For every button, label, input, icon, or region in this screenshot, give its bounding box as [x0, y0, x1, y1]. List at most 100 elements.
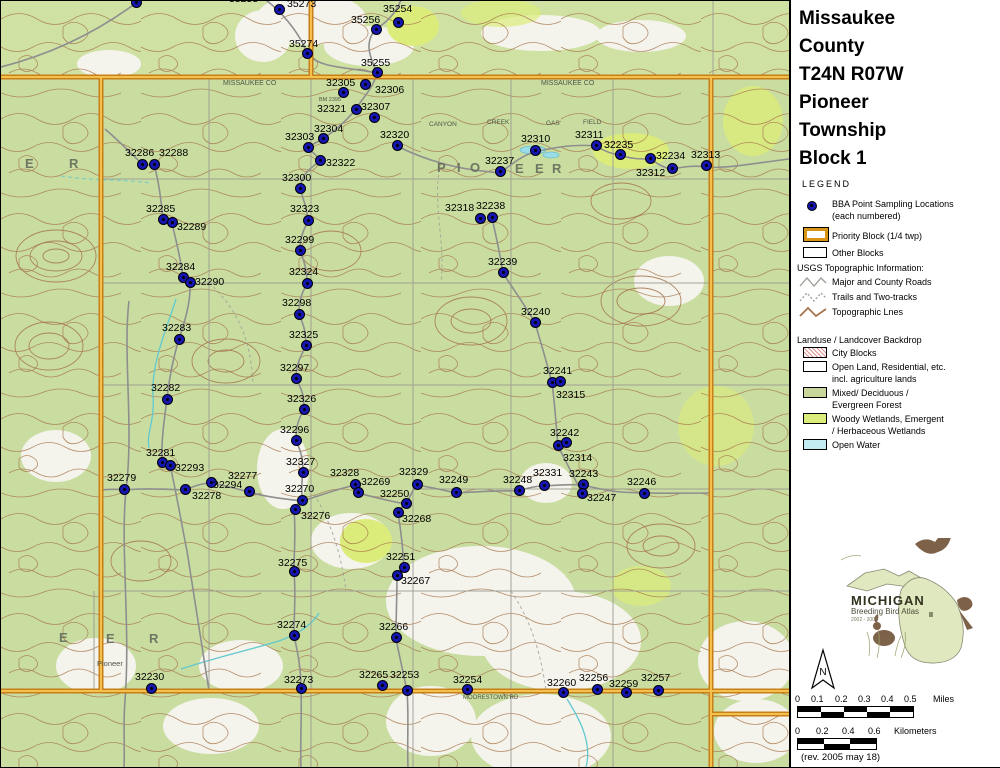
map-text-canyon: CANYON [429, 121, 457, 129]
legend-water-label: Open Water [832, 440, 880, 450]
bba-point-label-32299: 32299 [285, 235, 314, 246]
legend-forest-swatch [803, 387, 827, 398]
bba-point-label-32239: 32239 [488, 257, 517, 268]
bba-point-32253 [402, 685, 413, 696]
legend-city-swatch [803, 347, 827, 358]
bba-point-label-32290: 32290 [195, 277, 224, 288]
bba-point-32321 [351, 104, 362, 115]
bba-point-label-32306: 32306 [375, 85, 404, 96]
bba-point-32325 [301, 340, 312, 351]
logo-numeral: II [929, 612, 933, 619]
bba-point-label-32276: 32276 [301, 511, 330, 522]
bba-point-32240 [530, 317, 541, 328]
bba-point-label-32235: 32235 [604, 140, 633, 151]
bba-point-32313 [701, 160, 712, 171]
bba-point-32296 [291, 435, 302, 446]
bba-point-32277 [244, 486, 255, 497]
north-arrow: N [809, 648, 837, 690]
bba-point-label-32326: 32326 [287, 394, 316, 405]
map-text-missaukee-co: MISSAUKEE CO [223, 80, 276, 88]
bba-point-32322 [315, 155, 326, 166]
km-tick-1: 0.2 [816, 726, 829, 736]
km-tick-0: 0 [795, 726, 800, 736]
legend-water-swatch [803, 439, 827, 450]
bba-point-label-32286: 32286 [125, 148, 154, 159]
legend-bba-label: BBA Point Sampling Locations [832, 199, 954, 209]
bba-point-label-32331: 32331 [533, 468, 562, 479]
bba-point-32237 [495, 166, 506, 177]
trails-line-icon [799, 290, 827, 303]
bba-point-label-32298: 32298 [282, 298, 311, 309]
bba-point-label-32329: 32329 [399, 467, 428, 478]
bba-point-label-32265: 32265 [359, 670, 388, 681]
bba-point-label-32270: 32270 [285, 484, 314, 495]
bba-point-32274 [289, 630, 300, 641]
bba-point-label-32315: 32315 [556, 390, 585, 401]
bba-point-32293 [165, 460, 176, 471]
map-letter-4: O [470, 161, 481, 174]
bba-point-32279 [119, 484, 130, 495]
bba-point-label-32296: 32296 [280, 425, 309, 436]
logo-subtitle: Breeding Bird Atlas [851, 607, 919, 616]
bba-point-32283 [174, 334, 185, 345]
bba-point-label-32250: 32250 [380, 489, 409, 500]
km-tick-3: 0.6 [868, 726, 881, 736]
legend-roads-label: Major and County Roads [832, 277, 932, 287]
bba-point-label-32267: 32267 [401, 576, 430, 587]
bba-point-32306 [360, 79, 371, 90]
legend-open-label-2: incl. agriculture lands [832, 374, 917, 384]
miles-scale-bar [797, 706, 914, 718]
legend-wetland-swatch [803, 413, 827, 424]
legend-open-swatch [803, 361, 827, 372]
map-letter-5: E [515, 162, 525, 175]
bba-point-label-35254: 35254 [383, 4, 412, 15]
bba-point-label-32289: 32289 [177, 222, 206, 233]
bba-point-32247 [577, 488, 588, 499]
map-letter-7: R [552, 162, 562, 175]
bba-point-label-32314: 32314 [563, 453, 592, 464]
bba-point-label-32237: 32237 [485, 156, 514, 167]
bba-point-32234 [645, 153, 656, 164]
logo-years: 2002 - 2007 [851, 617, 878, 623]
side-panel: Missaukee County T24N R07W Pioneer Towns… [790, 0, 1000, 768]
bba-point-32299 [295, 245, 306, 256]
legend-usgs-heading: USGS Topographic Information: [797, 263, 924, 273]
bba-point-label-32307: 32307 [361, 102, 390, 113]
miles-tick-0: 0 [795, 694, 800, 704]
legend-heading: LEGEND [802, 179, 851, 189]
bba-point-label-32305: 32305 [326, 78, 355, 89]
bba-point-label-32300: 32300 [282, 173, 311, 184]
bba-point-32311 [591, 140, 602, 151]
bba-point-label-32275: 32275 [278, 558, 307, 569]
legend-wetland-label-2: / Herbaceous Wetlands [832, 426, 925, 436]
km-scale-bar [797, 738, 877, 750]
map-letter-2: P [437, 161, 447, 174]
north-arrow-label: N [819, 667, 826, 678]
bba-point-32303 [303, 142, 314, 153]
bba-point-32331 [539, 480, 550, 491]
bba-point-label-32248: 32248 [503, 475, 532, 486]
bba-point-label-32256: 32256 [579, 673, 608, 684]
revision-note: (rev. 2005 may 18) [801, 752, 880, 763]
miles-tick-2: 0.2 [835, 694, 848, 704]
map-text-moorestown-rd: MOORESTOWN RD [463, 694, 518, 702]
miles-tick-4: 0.4 [881, 694, 894, 704]
legend-other-label: Other Blocks [832, 248, 884, 258]
legend-other-swatch [803, 247, 827, 258]
bba-point-label-32259: 32259 [609, 679, 638, 690]
map-letter-9: E [106, 632, 116, 645]
bba-point-32265 [377, 680, 388, 691]
bba-point-label-32322: 32322 [326, 158, 355, 169]
bba-point-35254 [393, 17, 404, 28]
bba-point-label-35256: 35256 [351, 15, 380, 26]
bba-point-label-32282: 32282 [151, 383, 180, 394]
bba-point-label-32242: 32242 [550, 428, 579, 439]
legend-bba-label-2: (each numbered) [832, 211, 901, 221]
bba-point-label-32293: 32293 [175, 463, 204, 474]
bba-point-label-32325: 32325 [289, 330, 318, 341]
bba-point-32288 [149, 159, 160, 170]
bba-point-32276 [290, 504, 301, 515]
bba-point-label-32297: 32297 [280, 363, 309, 374]
bba-point-label-32279: 32279 [107, 473, 136, 484]
bba-point-label-32274: 32274 [277, 620, 306, 631]
